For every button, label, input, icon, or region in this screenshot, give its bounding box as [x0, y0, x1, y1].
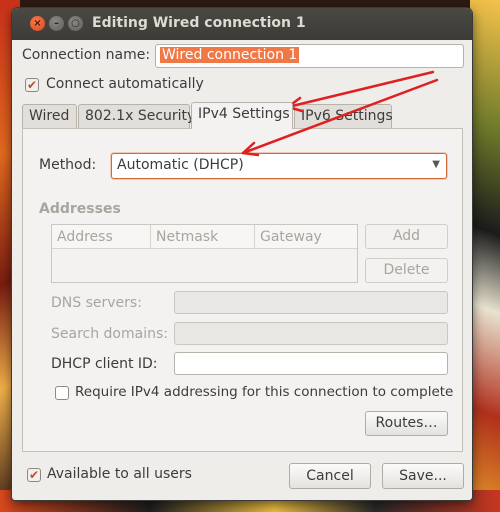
- add-address-button[interactable]: Add: [365, 224, 448, 249]
- save-button[interactable]: Save...: [382, 463, 464, 489]
- column-header-netmask: Netmask: [151, 225, 255, 249]
- search-domains-label: Search domains:: [51, 326, 168, 342]
- dns-servers-label: DNS servers:: [51, 295, 142, 311]
- dns-servers-input[interactable]: [174, 291, 448, 314]
- column-header-gateway: Gateway: [255, 225, 357, 249]
- dhcp-client-id-input[interactable]: [174, 352, 448, 375]
- cancel-button[interactable]: Cancel: [289, 463, 371, 489]
- desktop-wallpaper-right: [470, 0, 500, 512]
- connection-name-label: Connection name:: [22, 47, 151, 63]
- connection-name-input[interactable]: Wired connection 1: [155, 44, 464, 68]
- method-value: Automatic (DHCP): [117, 157, 244, 173]
- available-to-all-users-checkbox[interactable]: ✔: [27, 468, 41, 482]
- routes-button[interactable]: Routes…: [365, 411, 448, 436]
- chevron-down-icon: ▼: [432, 159, 440, 170]
- available-to-all-users-label: Available to all users: [47, 466, 192, 482]
- dhcp-client-id-label: DHCP client ID:: [51, 356, 158, 372]
- tab-wired[interactable]: Wired: [22, 104, 77, 128]
- search-domains-input[interactable]: [174, 322, 448, 345]
- connection-name-value: Wired connection 1: [160, 47, 300, 63]
- method-dropdown[interactable]: Automatic (DHCP) ▼: [111, 153, 447, 179]
- delete-address-button[interactable]: Delete: [365, 258, 448, 283]
- ipv4-settings-panel: Method: Automatic (DHCP) ▼ Addresses Add…: [22, 128, 463, 452]
- connect-automatically-checkbox[interactable]: ✔: [25, 78, 39, 92]
- addresses-heading: Addresses: [39, 201, 121, 217]
- tab-ipv6-settings[interactable]: IPv6 Settings: [294, 104, 393, 128]
- maximize-window-button[interactable]: ○: [68, 16, 83, 31]
- close-window-button[interactable]: ×: [30, 16, 45, 31]
- require-ipv4-checkbox[interactable]: [55, 386, 69, 400]
- method-label: Method:: [39, 157, 97, 173]
- tab-ipv4-settings[interactable]: IPv4 Settings: [191, 102, 293, 129]
- dialog-window: × – ○ Editing Wired connection 1 Connect…: [12, 8, 472, 500]
- connect-automatically-label: Connect automatically: [46, 76, 204, 92]
- title-bar: × – ○ Editing Wired connection 1: [12, 8, 472, 40]
- column-header-address: Address: [52, 225, 151, 249]
- minimize-window-button[interactable]: –: [49, 16, 64, 31]
- addresses-table[interactable]: Address Netmask Gateway: [51, 224, 358, 283]
- require-ipv4-label: Require IPv4 addressing for this connect…: [75, 384, 454, 400]
- window-title: Editing Wired connection 1: [92, 15, 306, 31]
- tab-8021x-security[interactable]: 802.1x Security: [78, 104, 195, 128]
